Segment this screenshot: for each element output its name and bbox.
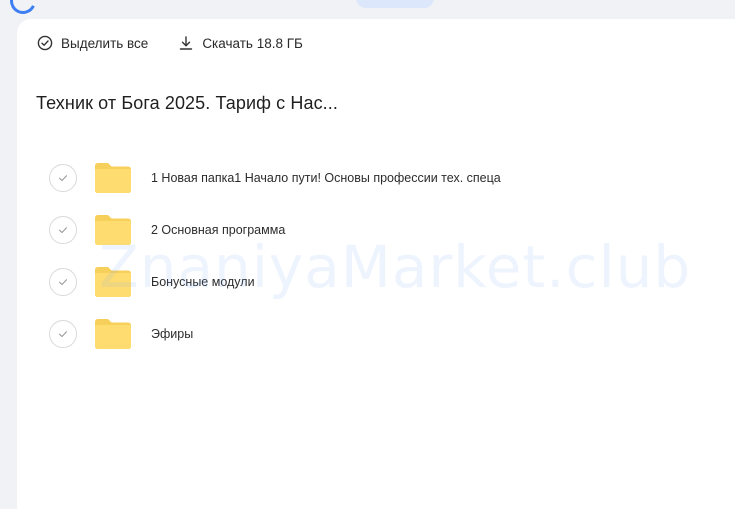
- list-item[interactable]: 2 Основная программа: [49, 204, 649, 256]
- download-label: Скачать 18.8 ГБ: [202, 35, 303, 51]
- file-list: 1 Новая папка1 Начало пути! Основы профе…: [49, 152, 649, 360]
- item-checkbox[interactable]: [49, 268, 77, 296]
- checkmark-icon: [58, 331, 68, 338]
- list-item[interactable]: Эфиры: [49, 308, 649, 360]
- select-all-label: Выделить все: [61, 35, 149, 51]
- checkmark-icon: [58, 227, 68, 234]
- file-panel: Выделить все Скачать 18.8 ГБ Техник от Б…: [17, 19, 735, 509]
- item-checkbox[interactable]: [49, 216, 77, 244]
- download-icon: [178, 35, 194, 51]
- app-logo-icon[interactable]: [6, 0, 40, 18]
- folder-icon: [95, 267, 131, 297]
- checkmark-icon: [58, 175, 68, 182]
- download-button[interactable]: Скачать 18.8 ГБ: [178, 35, 303, 51]
- top-tab-pill[interactable]: [356, 0, 434, 8]
- folder-icon: [95, 215, 131, 245]
- list-item[interactable]: Бонусные модули: [49, 256, 649, 308]
- toolbar: Выделить все Скачать 18.8 ГБ: [37, 35, 303, 51]
- item-name[interactable]: 2 Основная программа: [151, 223, 285, 237]
- check-circle-icon: [37, 35, 53, 51]
- item-name[interactable]: Эфиры: [151, 327, 193, 341]
- item-checkbox[interactable]: [49, 164, 77, 192]
- folder-icon: [95, 319, 131, 349]
- item-checkbox[interactable]: [49, 320, 77, 348]
- folder-icon: [95, 163, 131, 193]
- item-name[interactable]: Бонусные модули: [151, 275, 255, 289]
- checkmark-icon: [58, 279, 68, 286]
- item-name[interactable]: 1 Новая папка1 Начало пути! Основы профе…: [151, 171, 501, 185]
- folder-title: Техник от Бога 2025. Тариф с Нас...: [36, 93, 338, 113]
- list-item[interactable]: 1 Новая папка1 Начало пути! Основы профе…: [49, 152, 649, 204]
- select-all-button[interactable]: Выделить все: [37, 35, 148, 51]
- top-strip: [0, 0, 735, 18]
